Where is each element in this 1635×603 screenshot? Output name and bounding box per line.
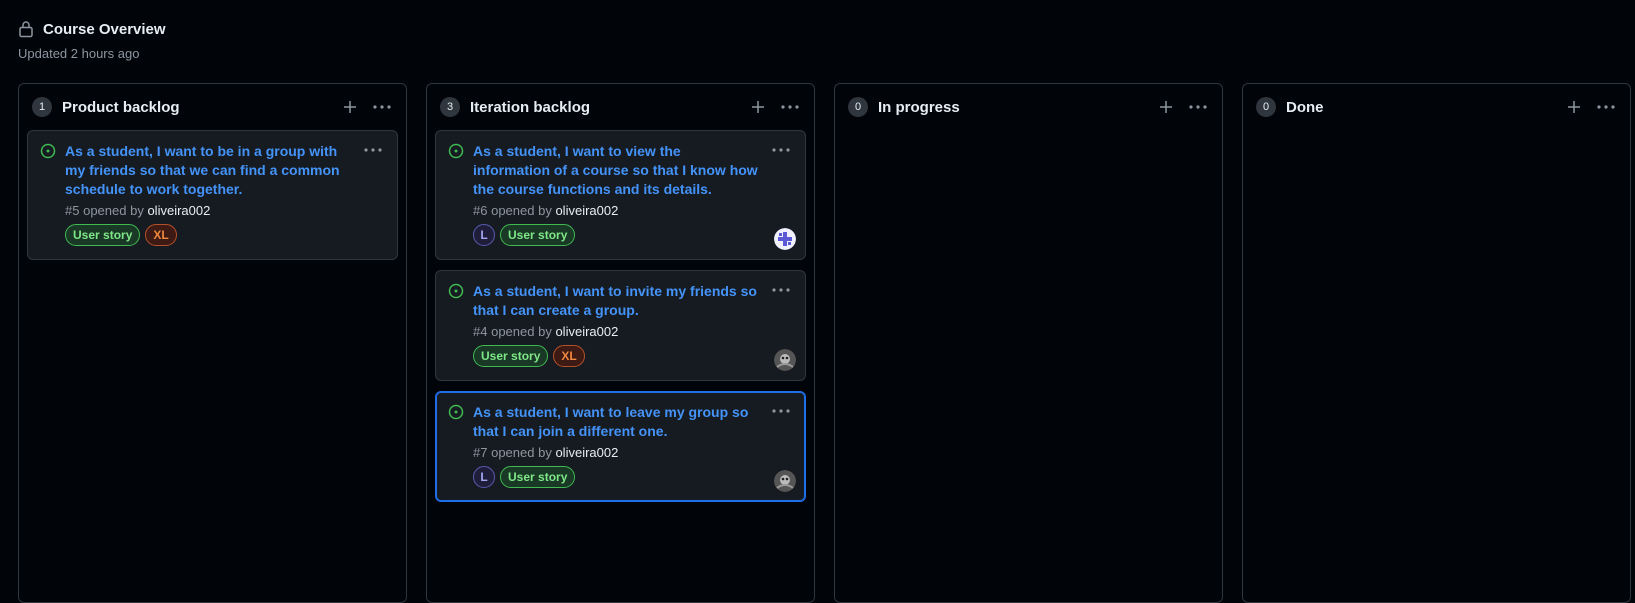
issue-opened-icon: [448, 404, 464, 420]
add-item-button[interactable]: [339, 96, 361, 118]
column-menu-button[interactable]: [1595, 96, 1617, 118]
issue-opened-icon: [448, 283, 464, 299]
column-menu-button[interactable]: [779, 96, 801, 118]
card-menu-button[interactable]: [769, 143, 793, 157]
plus-icon: [1568, 101, 1580, 113]
column-header: 1 Product backlog: [19, 84, 406, 130]
author-link[interactable]: oliveira002: [147, 203, 210, 218]
plus-icon: [752, 101, 764, 113]
card-list: As a student, I want to view the informa…: [427, 130, 814, 502]
issue-card[interactable]: As a student, I want to view the informa…: [435, 130, 806, 260]
kebab-horizontal-icon: [1597, 105, 1615, 109]
assignee-avatar[interactable]: [774, 349, 796, 371]
plus-icon: [1160, 101, 1172, 113]
label-size-l[interactable]: L: [473, 224, 495, 246]
issue-meta: #6 opened by oliveira002: [473, 203, 793, 218]
label-user-story[interactable]: User story: [473, 345, 549, 367]
issue-meta: #4 opened by oliveira002: [473, 324, 793, 339]
add-item-button[interactable]: [1155, 96, 1177, 118]
issue-number: #4: [473, 324, 488, 339]
issue-number: #6: [473, 203, 488, 218]
issue-title-link[interactable]: As a student, I want to invite my friend…: [473, 282, 793, 320]
issue-meta: #7 opened by oliveira002: [473, 445, 793, 460]
issue-number: #7: [473, 445, 488, 460]
issue-title-link[interactable]: As a student, I want to be in a group wi…: [65, 142, 385, 199]
issue-number: #5: [65, 203, 80, 218]
issue-meta: #5 opened by oliveira002: [65, 203, 385, 218]
add-item-button[interactable]: [1563, 96, 1585, 118]
issue-title-link[interactable]: As a student, I want to leave my group s…: [473, 403, 793, 441]
issue-card-selected[interactable]: As a student, I want to leave my group s…: [435, 391, 806, 502]
project-header: Course Overview Updated 2 hours ago: [18, 20, 166, 62]
issue-card[interactable]: As a student, I want to be in a group wi…: [27, 130, 398, 260]
opened-by-text: opened by: [491, 324, 552, 339]
label-size-xl[interactable]: XL: [553, 345, 585, 367]
assignee-avatar[interactable]: [774, 470, 796, 492]
column-iteration-backlog: 3 Iteration backlog As a student, I want…: [426, 83, 815, 603]
column-menu-button[interactable]: [371, 96, 393, 118]
label-size-l[interactable]: L: [473, 466, 495, 488]
label-user-story[interactable]: User story: [500, 466, 576, 488]
column-name: Iteration backlog: [470, 98, 591, 116]
label-size-xl[interactable]: XL: [145, 224, 177, 246]
card-menu-button[interactable]: [769, 404, 793, 418]
label-list: L User story: [473, 224, 793, 246]
column-done: 0 Done: [1242, 83, 1631, 603]
updated-text: Updated 2 hours ago: [18, 46, 140, 61]
column-count: 0: [848, 97, 868, 117]
label-list: User story XL: [473, 345, 793, 367]
lock-icon: [19, 21, 33, 38]
issue-title-link[interactable]: As a student, I want to view the informa…: [473, 142, 793, 199]
column-count: 1: [32, 97, 52, 117]
column-count: 0: [1256, 97, 1276, 117]
column-product-backlog: 1 Product backlog As a student, I want t…: [18, 83, 407, 603]
assignee-avatar[interactable]: [774, 228, 796, 250]
opened-by-text: opened by: [491, 445, 552, 460]
opened-by-text: opened by: [83, 203, 144, 218]
author-link[interactable]: oliveira002: [555, 324, 618, 339]
kebab-horizontal-icon: [772, 409, 790, 413]
kebab-horizontal-icon: [364, 148, 382, 152]
column-menu-button[interactable]: [1187, 96, 1209, 118]
column-header: 0 Done: [1243, 84, 1630, 130]
column-count: 3: [440, 97, 460, 117]
opened-by-text: opened by: [491, 203, 552, 218]
kebab-horizontal-icon: [772, 148, 790, 152]
board: 1 Product backlog As a student, I want t…: [18, 83, 1631, 603]
author-link[interactable]: oliveira002: [555, 445, 618, 460]
label-list: L User story: [473, 466, 793, 488]
column-in-progress: 0 In progress: [834, 83, 1223, 603]
column-name: In progress: [878, 98, 960, 116]
card-menu-button[interactable]: [769, 283, 793, 297]
kebab-horizontal-icon: [772, 288, 790, 292]
plus-icon: [344, 101, 356, 113]
author-link[interactable]: oliveira002: [555, 203, 618, 218]
issue-card[interactable]: As a student, I want to invite my friend…: [435, 270, 806, 381]
card-menu-button[interactable]: [361, 143, 385, 157]
issue-opened-icon: [40, 143, 56, 159]
page-title: Course Overview: [43, 20, 166, 38]
kebab-horizontal-icon: [1189, 105, 1207, 109]
card-list: As a student, I want to be in a group wi…: [19, 130, 406, 260]
kebab-horizontal-icon: [373, 105, 391, 109]
column-header: 3 Iteration backlog: [427, 84, 814, 130]
add-item-button[interactable]: [747, 96, 769, 118]
column-name: Product backlog: [62, 98, 180, 116]
label-user-story[interactable]: User story: [65, 224, 141, 246]
label-list: User story XL: [65, 224, 385, 246]
column-header: 0 In progress: [835, 84, 1222, 130]
column-name: Done: [1286, 98, 1324, 116]
issue-opened-icon: [448, 143, 464, 159]
label-user-story[interactable]: User story: [500, 224, 576, 246]
kebab-horizontal-icon: [781, 105, 799, 109]
